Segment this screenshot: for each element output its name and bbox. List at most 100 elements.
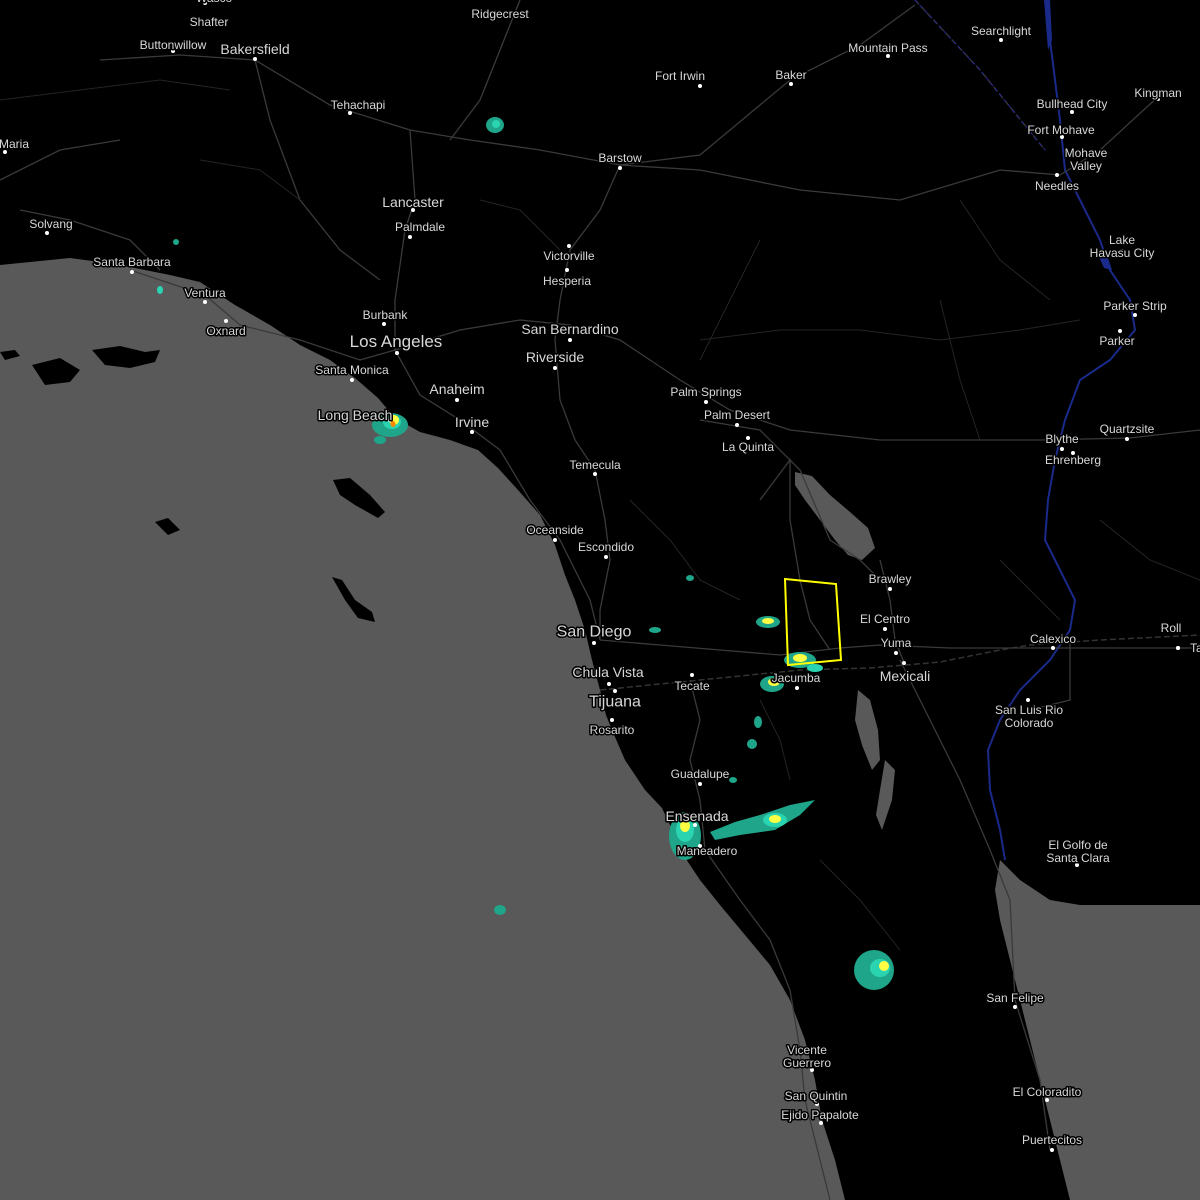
city-dot [568, 338, 572, 342]
city-label: San Quintin [785, 1089, 848, 1103]
city-label: Burbank [363, 308, 409, 322]
city-dot [698, 84, 702, 88]
city-label: Bullhead City [1037, 97, 1108, 111]
city-ehrenberg[interactable]: Ehrenberg [1043, 451, 1103, 469]
city-label: San Luis Rio Colorado [995, 703, 1063, 730]
city-dot [604, 555, 608, 559]
city-ridgecrest[interactable]: Ridgecrest [470, 6, 531, 23]
city-label: Mexicali [880, 668, 931, 684]
city-dot [567, 244, 571, 248]
city-lancaster[interactable]: Lancaster [381, 192, 446, 212]
city-label: San Bernardino [521, 321, 619, 337]
city-label: Tacna [1190, 641, 1200, 655]
city-label: Wasco [196, 0, 233, 5]
city-dot [253, 57, 257, 61]
city-dot [593, 472, 597, 476]
city-label: Los Angeles [350, 332, 443, 351]
city-label: Temecula [569, 458, 621, 472]
radar-cell-north [486, 117, 504, 133]
city-buttonwillow[interactable]: Buttonwillow [138, 37, 208, 54]
city-label: Victorville [543, 249, 594, 263]
city-dot [618, 166, 622, 170]
city-dot [704, 400, 708, 404]
city-dot [1125, 437, 1129, 441]
city-label: Roll [1161, 621, 1182, 635]
city-kingman[interactable]: Kingman [1133, 85, 1183, 102]
city-label: Searchlight [971, 24, 1032, 38]
city-dot [613, 689, 617, 693]
city-dot [408, 235, 412, 239]
city-label: Rosarito [590, 723, 635, 737]
city-dot [1013, 1005, 1017, 1009]
city-shafter[interactable]: Shafter [188, 14, 230, 31]
city-label: Irvine [455, 414, 489, 430]
city-label: El Centro [860, 612, 910, 626]
city-dot [1060, 447, 1064, 451]
map-canvas[interactable]: Wasco Shafter Buttonwillow Bakersfield Ridge… [0, 0, 1200, 1200]
city-label: Tijuana [589, 694, 641, 711]
city-label: El Coloradito [1013, 1085, 1082, 1099]
city-label: Hesperia [543, 274, 591, 288]
city-dot [894, 651, 898, 655]
city-label: Brawley [869, 572, 912, 586]
city-label: Maria [0, 137, 29, 151]
city-mohave-valley[interactable]: Mohave Valley [1063, 145, 1109, 175]
city-label: Santa Monica [315, 363, 389, 377]
city-label: Parker Strip [1103, 299, 1167, 313]
city-dot [735, 423, 739, 427]
city-dot [455, 398, 459, 402]
radar-cell-san-felipe-west [854, 950, 894, 990]
city-label: Long Beach [318, 407, 393, 423]
city-dot [999, 38, 1003, 42]
city-dot [565, 268, 569, 272]
city-dot [203, 300, 207, 304]
radar-map[interactable]: Wasco Shafter Buttonwillow Bakersfield Ridge… [0, 0, 1200, 1200]
city-label: Calexico [1030, 632, 1076, 646]
city-dot [1118, 329, 1122, 333]
city-label: Oceanside [526, 523, 584, 537]
city-dot [607, 682, 611, 686]
city-maneadero[interactable]: Maneadero [675, 843, 739, 860]
city-label: Oxnard [206, 324, 245, 338]
city-label: Ridgecrest [471, 7, 529, 21]
city-long-beach[interactable]: Long Beach [316, 405, 394, 424]
city-vicente-guerrero[interactable]: Vicente Guerrero [781, 1042, 833, 1072]
city-dot [789, 82, 793, 86]
city-dot [888, 587, 892, 591]
city-label: Ehrenberg [1045, 453, 1101, 467]
city-dot [45, 231, 49, 235]
city-dot [553, 538, 557, 542]
city-dot [382, 322, 386, 326]
city-label: Barstow [598, 151, 642, 165]
city-label: Maneadero [677, 844, 738, 858]
city-label: Palm Springs [670, 385, 741, 399]
city-dot [1055, 173, 1059, 177]
city-dot [883, 627, 887, 631]
city-label: Shafter [190, 15, 229, 29]
city-dot [795, 686, 799, 690]
city-label: Palmdale [395, 220, 445, 234]
city-dot [610, 718, 614, 722]
city-label: Buttonwillow [140, 38, 207, 52]
city-label: Anaheim [429, 381, 484, 397]
city-dot [350, 378, 354, 382]
city-label: Mountain Pass [848, 41, 927, 55]
city-wasco[interactable]: Wasco [195, 0, 235, 7]
city-label: Mohave Valley [1065, 146, 1108, 173]
city-label: Chula Vista [572, 664, 644, 680]
city-dot [130, 270, 134, 274]
city-label: Riverside [526, 349, 585, 365]
city-label: Bakersfield [220, 41, 289, 57]
city-label: Tehachapi [331, 98, 386, 112]
city-label: Needles [1035, 179, 1079, 193]
city-label: Tecate [674, 679, 710, 693]
city-label: San Felipe [986, 991, 1044, 1005]
city-san-luis-rio-colorado[interactable]: San Luis Rio Colorado [993, 698, 1065, 732]
city-label: Jacumba [772, 671, 821, 685]
city-label: Santa Barbara [93, 255, 171, 269]
city-label: Vicente Guerrero [783, 1043, 831, 1070]
city-fort-mohave[interactable]: Fort Mohave [1026, 122, 1097, 139]
city-dot [1026, 698, 1030, 702]
city-el-golfo-de-santa-clara[interactable]: El Golfo de Santa Clara [1045, 837, 1112, 867]
city-label: Fort Irwin [655, 69, 705, 83]
